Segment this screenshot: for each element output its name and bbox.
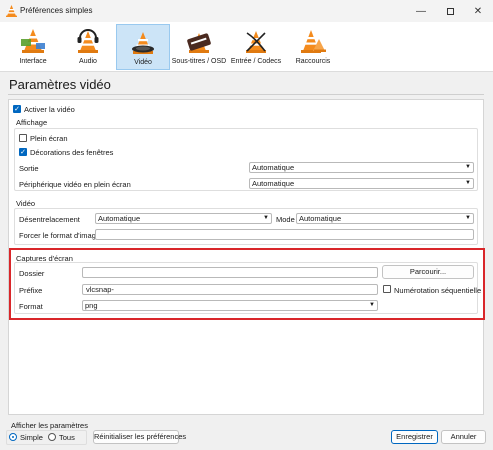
tab-audio[interactable]: Audio	[61, 24, 115, 70]
fullscreen-device-select[interactable]: Automatique ▼	[249, 178, 474, 189]
tab-subtitles-label: Sous-titres / OSD	[171, 58, 227, 65]
video-group-title: Vidéo	[16, 199, 36, 208]
sequential-numbering-label: Numérotation séquentielle	[394, 286, 482, 295]
output-select[interactable]: Automatique ▼	[249, 162, 474, 173]
tab-interface[interactable]: Interface	[6, 24, 60, 70]
format-select[interactable]: png ▼	[82, 300, 378, 311]
tab-shortcuts-label: Raccourcis	[295, 58, 331, 65]
mode-value: Automatique	[299, 214, 342, 223]
tab-video-label: Vidéo	[134, 59, 152, 66]
page-title: Paramètres vidéo	[9, 77, 111, 92]
fullscreen-device-value: Automatique	[252, 179, 295, 188]
tab-codecs[interactable]: Entrée / Codecs	[229, 24, 283, 70]
interface-icon	[21, 29, 45, 53]
video-icon	[132, 32, 154, 54]
folder-input[interactable]	[82, 267, 378, 278]
minimize-icon: —	[416, 5, 426, 17]
deinterlace-select[interactable]: Automatique ▼	[95, 213, 272, 224]
browse-button[interactable]: Parcourir...	[382, 265, 474, 279]
tab-audio-label: Audio	[79, 58, 97, 65]
format-label: Format	[19, 302, 43, 311]
subtitles-icon	[187, 33, 211, 53]
maximize-button[interactable]	[436, 0, 464, 22]
save-button[interactable]: Enregistrer	[391, 430, 438, 444]
chevron-down-icon: ▼	[465, 164, 471, 170]
vlc-logo-icon	[6, 5, 17, 17]
fullscreen-device-label: Périphérique vidéo en plein écran	[19, 180, 131, 189]
force-format-input[interactable]	[95, 229, 474, 240]
minimize-button[interactable]: —	[407, 0, 435, 22]
title-bar: Préférences simples — ✕	[0, 0, 493, 22]
chevron-down-icon: ▼	[263, 215, 269, 221]
fullscreen-checkbox[interactable]	[19, 134, 27, 142]
all-radio[interactable]	[48, 433, 56, 441]
tab-subtitles[interactable]: Sous-titres / OSD	[172, 24, 226, 70]
category-toolbar: Interface Audio Vidéo Sous-titres / OSD …	[0, 22, 493, 72]
chevron-down-icon: ▼	[369, 302, 375, 308]
fullscreen-label: Plein écran	[30, 134, 68, 143]
deinterlace-value: Automatique	[98, 214, 141, 223]
prefix-input[interactable]: vlcsnap-	[82, 284, 378, 295]
codecs-icon	[246, 31, 266, 53]
enable-video-label: Activer la vidéo	[24, 105, 75, 114]
mode-select[interactable]: Automatique ▼	[296, 213, 474, 224]
tab-video[interactable]: Vidéo	[116, 24, 170, 70]
prefix-label: Préfixe	[19, 286, 43, 295]
folder-label: Dossier	[19, 269, 45, 278]
format-value: png	[85, 301, 98, 310]
sequential-numbering-checkbox[interactable]	[383, 285, 391, 293]
mode-label: Mode	[276, 215, 295, 224]
show-settings-label: Afficher les paramètres	[11, 421, 88, 430]
window-title: Préférences simples	[20, 6, 93, 15]
cancel-button[interactable]: Annuler	[441, 430, 486, 444]
simple-radio[interactable]	[9, 433, 17, 441]
window-decorations-checkbox[interactable]: ✓	[19, 148, 27, 156]
output-label: Sortie	[19, 164, 39, 173]
shortcuts-icon	[301, 30, 326, 53]
force-format-label: Forcer le format d'image	[19, 231, 101, 240]
close-icon: ✕	[473, 5, 483, 17]
tab-interface-label: Interface	[19, 58, 47, 65]
window-decorations-label: Décorations des fenêtres	[30, 148, 114, 157]
chevron-down-icon: ▼	[465, 215, 471, 221]
deinterlace-label: Désentrelacement	[19, 215, 80, 224]
audio-icon	[77, 29, 99, 53]
output-value: Automatique	[252, 163, 295, 172]
display-group-title: Affichage	[16, 118, 48, 127]
all-radio-label: Tous	[59, 433, 75, 442]
tab-codecs-label: Entrée / Codecs	[230, 58, 282, 65]
divider	[8, 94, 484, 95]
chevron-down-icon: ▼	[465, 180, 471, 186]
reset-preferences-button[interactable]: Réinitialiser les préférences	[93, 430, 186, 444]
enable-video-checkbox[interactable]: ✓	[13, 105, 21, 113]
maximize-icon	[446, 7, 454, 15]
simple-radio-label: Simple	[20, 433, 43, 442]
tab-shortcuts[interactable]: Raccourcis	[286, 24, 340, 70]
close-button[interactable]: ✕	[464, 0, 492, 22]
